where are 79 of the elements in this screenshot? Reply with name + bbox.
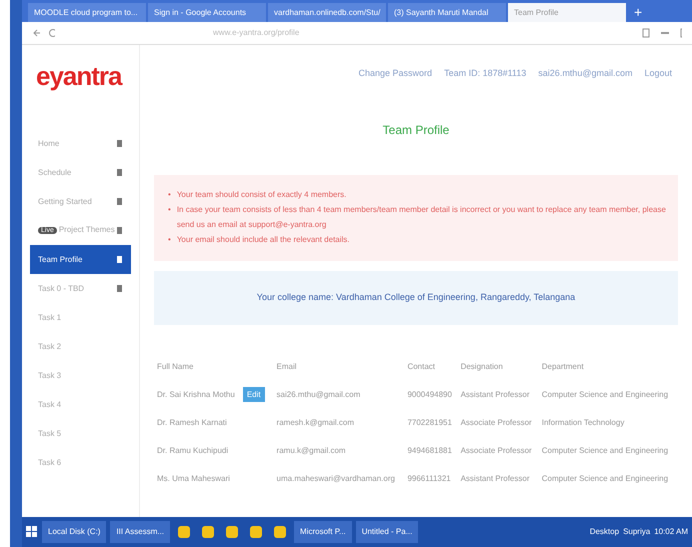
item-icon xyxy=(116,255,123,264)
sidebar-item[interactable]: Home xyxy=(30,129,131,158)
column-header: Full Name xyxy=(156,360,194,373)
browser-tab[interactable]: (3) Sayanth Maruti Mandal xyxy=(388,3,506,22)
header-link[interactable]: Team ID: 1878#1113 xyxy=(444,67,526,80)
notice-text: Your team should consist of exactly 4 members. xyxy=(176,188,346,201)
back-icon[interactable] xyxy=(32,28,40,38)
bullet-mark: • xyxy=(168,188,171,200)
clock-text: 10:02 AM xyxy=(654,526,688,538)
column-header: Email xyxy=(276,360,298,373)
notice-text: Your email should include all the relevant details. xyxy=(176,234,350,246)
table-cell: Assistant Professor xyxy=(460,474,530,483)
table-cell: Information Technology xyxy=(542,418,624,427)
table-cell: Associate Professor xyxy=(460,446,532,455)
column-header: Designation xyxy=(460,360,504,373)
table-cell: Ms. Uma Maheswari xyxy=(157,474,230,483)
browser-tab[interactable]: MOODLE cloud program to... xyxy=(28,3,146,22)
table-cell: sai26.mthu@gmail.com xyxy=(276,390,360,399)
item-icon xyxy=(116,226,123,235)
sidebar-item[interactable]: Team Profile xyxy=(30,245,131,274)
app-icon[interactable] xyxy=(226,526,238,538)
edit-badge[interactable]: Edit xyxy=(242,386,265,402)
table-cell: Assistant Professor xyxy=(460,390,530,399)
table-cell: 9966111321 xyxy=(407,474,451,483)
header-link[interactable]: Logout xyxy=(644,67,672,80)
header-link[interactable]: Change Password xyxy=(358,67,432,80)
toolbar-icons[interactable] xyxy=(641,28,682,38)
sidebar-item[interactable]: Task 0 - TBD xyxy=(30,274,131,303)
table-cell: Computer Science and Engineering xyxy=(542,474,668,483)
taskbar-button[interactable]: Local Disk (C:) xyxy=(42,521,106,543)
taskbar-button[interactable]: Microsoft P... xyxy=(294,521,352,543)
table-cell: uma.maheswari@vardhaman.org xyxy=(276,474,395,483)
sidebar-item[interactable]: Task 1 xyxy=(30,303,131,332)
logo[interactable]: eyantra xyxy=(36,63,131,89)
table-cell: 9494681881 xyxy=(407,446,452,455)
table-cell: ramu.k@gmail.com xyxy=(276,446,346,455)
taskbar-button[interactable]: Untitled - Pa... xyxy=(356,521,418,543)
item-icon xyxy=(116,284,123,293)
browser-tab[interactable]: Sign in - Google Accounts xyxy=(148,3,266,22)
bullet-mark: • xyxy=(168,204,171,216)
new-tab-button[interactable]: + xyxy=(628,3,648,22)
sidebar-item[interactable]: Task 3 xyxy=(30,361,131,390)
column-header: Department xyxy=(540,360,585,373)
app-icon[interactable] xyxy=(274,526,286,538)
table-cell: Dr. Ramu Kuchipudi xyxy=(157,446,228,455)
bullet-mark: • xyxy=(168,234,171,246)
table-cell: Associate Professor xyxy=(460,418,532,427)
app-icon[interactable] xyxy=(250,526,262,538)
start-icon[interactable] xyxy=(26,526,38,538)
browser-tab[interactable]: Team Profile xyxy=(508,3,626,22)
sidebar-item[interactable]: Task 4 xyxy=(30,390,131,419)
sidebar-item[interactable]: Task 6 xyxy=(30,448,131,477)
sidebar-item[interactable]: Getting Started xyxy=(30,187,131,216)
table-cell: Dr. Ramesh Karnati xyxy=(157,418,227,427)
column-header: Contact xyxy=(406,360,436,373)
url-text[interactable]: www.e-yantra.org/profile xyxy=(213,27,634,39)
table-cell: Computer Science and Engineering xyxy=(542,446,668,455)
item-icon xyxy=(116,139,123,148)
tray-label[interactable]: Desktop xyxy=(590,526,620,538)
browser-tab[interactable]: vardhaman.onlinedb.com/Stu/ xyxy=(268,3,386,22)
sidebar-item[interactable]: Task 5 xyxy=(30,419,131,448)
table-cell: 9000494890 xyxy=(407,390,452,399)
app-icon[interactable] xyxy=(202,526,214,538)
table-cell: 7702281951 xyxy=(407,418,452,427)
item-icon xyxy=(116,197,123,206)
item-icon xyxy=(116,168,123,177)
tray-label[interactable]: Supriya xyxy=(623,526,650,538)
college-name: Your college name: Vardhaman College of Engineering, Rangareddy, Telangana xyxy=(154,271,678,325)
taskbar-button[interactable]: III Assessm... xyxy=(110,521,170,543)
sidebar-item[interactable]: Schedule xyxy=(30,158,131,187)
reload-icon[interactable] xyxy=(48,28,56,38)
table-cell: ramesh.k@gmail.com xyxy=(276,418,354,427)
table-cell: Dr. Sai Krishna Mothu xyxy=(157,390,235,399)
sidebar-item[interactable]: Task 2 xyxy=(30,332,131,361)
table-cell: Computer Science and Engineering xyxy=(542,390,668,399)
app-icon[interactable] xyxy=(178,526,190,538)
header-link[interactable]: sai26.mthu@gmail.com xyxy=(538,67,632,80)
notice-text: In case your team consists of less than 4 team members/team member detail is incorrect or you want to replace any team member, please send us an email at support@e-yantra.org xyxy=(176,204,667,231)
page-title: Team Profile xyxy=(382,122,450,138)
